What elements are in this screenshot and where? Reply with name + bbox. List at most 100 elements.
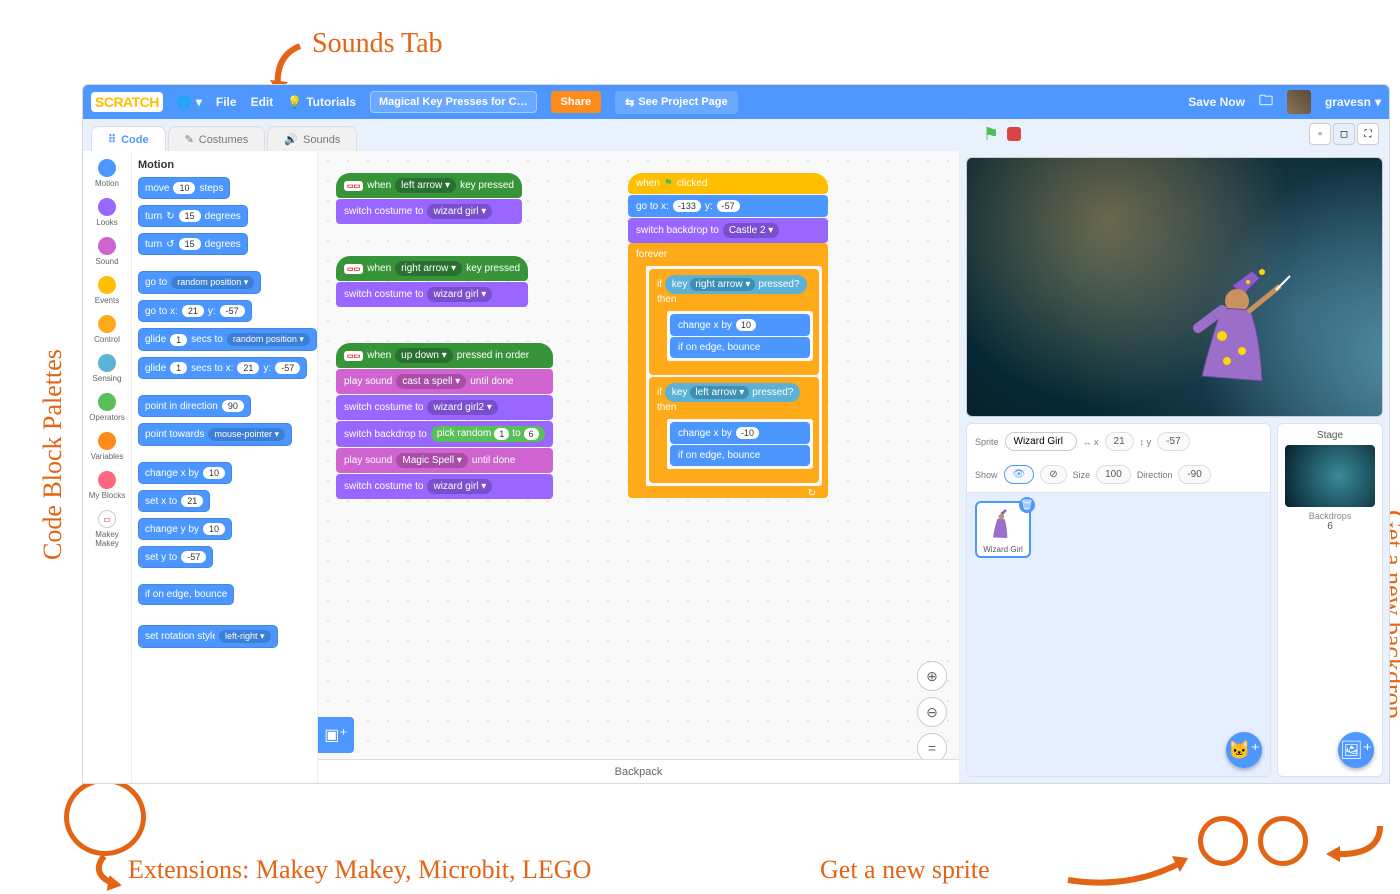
cw-icon: ↻ [166, 211, 174, 222]
delete-sprite-button[interactable]: 🗑 [1019, 497, 1035, 513]
makey-icon: ▭▭ [344, 181, 363, 191]
cat-events[interactable]: Events [85, 274, 129, 311]
add-extension-button[interactable]: ▣⁺ [318, 717, 354, 753]
cat-motion[interactable]: Motion [85, 157, 129, 194]
block-goto[interactable]: go torandom position ▾ [138, 271, 261, 294]
menubar: SCRATCH 🌐▾ File Edit 💡Tutorials Magical … [83, 85, 1389, 119]
zoom-out-button[interactable]: ⊖ [917, 697, 947, 727]
cat-operators[interactable]: Operators [85, 391, 129, 428]
arrow-new-backdrop [1320, 820, 1390, 870]
plus-icon: ⊕ [926, 668, 938, 685]
backdrops-count: 6 [1284, 521, 1376, 532]
arrows-icon: ⇆ [625, 96, 634, 109]
category-column: Motion Looks Sound Events Control Sensin… [83, 151, 132, 783]
script-forever[interactable]: when⚑clicked go to x:-133y:-57 switch ba… [628, 173, 828, 498]
backdrops-label: Backdrops [1284, 511, 1376, 521]
block-pointtowards[interactable]: point towardsmouse-pointer ▾ [138, 423, 292, 446]
tab-sounds[interactable]: 🔊Sounds [267, 126, 357, 151]
block-turn-cw[interactable]: turn↻15degrees [138, 205, 248, 227]
scratch-logo[interactable]: SCRATCH [91, 92, 163, 112]
stop-button[interactable] [1007, 127, 1021, 141]
account-menu[interactable]: gravesn ▾ [1325, 95, 1381, 109]
block-setx[interactable]: set x to21 [138, 490, 210, 512]
block-glidexy[interactable]: glide1secs to x:21y:-57 [138, 357, 307, 379]
sprite-tile-wizard[interactable]: 🗑 Wizard Girl [975, 501, 1031, 558]
small-stage-button[interactable]: ▫ [1309, 123, 1331, 145]
fullscreen-icon: ⛶ [1365, 129, 1372, 140]
script-left-arrow[interactable]: ▭▭whenleft arrow ▾key pressed switch cos… [336, 173, 522, 224]
script-updown[interactable]: ▭▭whenup down ▾pressed in order play sou… [336, 343, 553, 499]
block-move-steps[interactable]: move10steps [138, 177, 230, 199]
block-rotstyle[interactable]: set rotation styleleft-right ▾ [138, 625, 278, 648]
anno-palettes: Code Block Palettes [38, 349, 68, 560]
stage-view[interactable] [966, 157, 1383, 417]
large-stage-icon: ◻ [1340, 129, 1348, 140]
add-sprite-button[interactable]: 🐱⁺ [1226, 732, 1262, 768]
makey-icon: ▭▭ [344, 351, 363, 361]
image-icon: 🖼⁺ [1340, 740, 1372, 761]
wizard-sprite [1192, 266, 1292, 396]
cat-icon: 🐱⁺ [1228, 740, 1260, 761]
globe-icon: 🌐 [177, 95, 192, 109]
anno-new-sprite: Get a new sprite [820, 855, 990, 885]
mystuff-button[interactable]: 🗀 [1259, 90, 1273, 114]
edit-menu[interactable]: Edit [251, 95, 274, 109]
right-column: Sprite ↔ x21 ↕ y-57 Show 👁 ⊘ Size100 Dir… [959, 151, 1389, 783]
anno-extensions: Extensions: Makey Makey, Microbit, LEGO [128, 855, 591, 885]
anno-sounds-tab: Sounds Tab [312, 28, 443, 60]
block-glide[interactable]: glide1secs torandom position ▾ [138, 328, 317, 351]
app-window: SCRATCH 🌐▾ File Edit 💡Tutorials Magical … [82, 84, 1390, 784]
circle-new-backdrop [1258, 816, 1308, 866]
save-now-button[interactable]: Save Now [1188, 95, 1245, 109]
cat-control[interactable]: Control [85, 313, 129, 350]
palette-heading: Motion [138, 159, 311, 171]
cat-myblocks[interactable]: My Blocks [85, 469, 129, 506]
minus-icon: ⊖ [926, 704, 938, 721]
script-right-arrow[interactable]: ▭▭whenright arrow ▾key pressed switch co… [336, 256, 528, 307]
block-changey[interactable]: change y by10 [138, 518, 232, 540]
add-backdrop-button[interactable]: 🖼⁺ [1338, 732, 1374, 768]
large-stage-button[interactable]: ◻ [1333, 123, 1355, 145]
extension-icon: ▣⁺ [324, 725, 348, 745]
sprite-x-input[interactable]: 21 [1105, 432, 1134, 451]
file-menu[interactable]: File [216, 95, 237, 109]
hide-sprite-button[interactable]: ⊘ [1040, 465, 1066, 484]
share-button[interactable]: Share [551, 91, 602, 113]
trash-icon: 🗑 [1021, 500, 1034, 511]
tab-code[interactable]: ⠿Code [91, 126, 166, 151]
block-sety[interactable]: set y to-57 [138, 546, 213, 568]
eye-icon: 👁 [1013, 469, 1026, 480]
backpack-bar[interactable]: Backpack [318, 759, 959, 783]
block-pointdir[interactable]: point in direction90 [138, 395, 251, 417]
stage-thumbnail[interactable] [1285, 445, 1375, 507]
cat-looks[interactable]: Looks [85, 196, 129, 233]
user-avatar[interactable] [1287, 90, 1311, 114]
block-gotoxy[interactable]: go to x:21y:-57 [138, 300, 252, 322]
circle-extensions [64, 778, 146, 856]
tutorials-button[interactable]: 💡Tutorials [287, 95, 356, 109]
equals-icon: = [928, 740, 936, 756]
zoom-in-button[interactable]: ⊕ [917, 661, 947, 691]
show-sprite-button[interactable]: 👁 [1004, 465, 1035, 484]
cat-sensing[interactable]: Sensing [85, 352, 129, 389]
sprite-name-input[interactable] [1005, 432, 1077, 451]
cat-variables[interactable]: Variables [85, 430, 129, 467]
stage-panel: Stage Backdrops 6 🖼⁺ [1277, 423, 1383, 777]
sprite-size-input[interactable]: 100 [1096, 465, 1131, 484]
sprite-y-input[interactable]: -57 [1157, 432, 1189, 451]
work-area[interactable]: ▭▭whenleft arrow ▾key pressed switch cos… [318, 151, 959, 783]
block-turn-ccw[interactable]: turn↺15degrees [138, 233, 248, 255]
project-title-input[interactable]: Magical Key Presses for C… [370, 91, 537, 113]
see-project-page-button[interactable]: ⇆See Project Page [615, 91, 738, 114]
cat-sound[interactable]: Sound [85, 235, 129, 272]
fullscreen-button[interactable]: ⛶ [1357, 123, 1379, 145]
language-menu[interactable]: 🌐▾ [177, 95, 202, 109]
block-edgebounce[interactable]: if on edge, bounce [138, 584, 234, 605]
arrow-new-sprite [1060, 850, 1200, 894]
block-changex[interactable]: change x by10 [138, 462, 232, 484]
cat-makeymakey[interactable]: ▭Makey Makey [85, 508, 129, 554]
green-flag-button[interactable]: ⚑ [983, 124, 999, 145]
editor-body: Motion Looks Sound Events Control Sensin… [83, 151, 1389, 783]
tab-costumes[interactable]: ✎Costumes [168, 126, 266, 151]
sprite-direction-input[interactable]: -90 [1178, 465, 1210, 484]
